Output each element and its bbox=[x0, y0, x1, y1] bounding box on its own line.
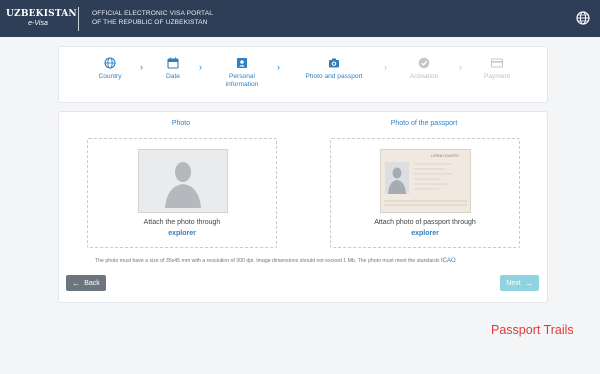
watermark-text: Passport Trails bbox=[491, 323, 574, 337]
step-label: Photo and passport bbox=[305, 73, 363, 80]
photo-dropzone[interactable]: Attach the photo through explorer bbox=[87, 138, 277, 248]
check-circle-icon bbox=[418, 57, 430, 69]
upload-card: Photo Photo of the passport Attach the p… bbox=[58, 111, 548, 303]
arrow-right-icon: → bbox=[524, 278, 533, 288]
step-photo-and-passport[interactable]: Photo and passport bbox=[297, 57, 371, 81]
note-text: The photo must have a size of 35x45 mm w… bbox=[95, 258, 440, 264]
next-button-label: Next bbox=[506, 279, 521, 287]
chevron-right-icon: › bbox=[459, 62, 462, 72]
chevron-right-icon: › bbox=[277, 62, 280, 72]
globe-icon[interactable] bbox=[576, 11, 590, 25]
step-personal-information[interactable]: Personal information bbox=[212, 57, 272, 88]
step-label: Date bbox=[166, 73, 180, 80]
step-label: Personal information bbox=[225, 73, 259, 88]
camera-icon bbox=[329, 58, 339, 68]
photo-column-title: Photo bbox=[171, 120, 191, 127]
passport-sample-icon: LOREM COUNTRY bbox=[381, 150, 470, 212]
passport-explorer-link[interactable]: explorer bbox=[331, 230, 519, 237]
back-button-label: Back bbox=[84, 279, 100, 287]
passport-column-title: Photo of the passport bbox=[390, 120, 458, 127]
portal-title-line2: OF THE REPUBLIC OF UZBEKISTAN bbox=[92, 18, 208, 26]
step-country[interactable]: Country bbox=[80, 57, 140, 81]
passport-sample-header: LOREM COUNTRY bbox=[431, 154, 460, 158]
globe-icon bbox=[104, 57, 116, 69]
chevron-right-icon: › bbox=[199, 62, 202, 72]
step-label: Country bbox=[98, 73, 122, 80]
card-icon bbox=[491, 58, 503, 68]
step-activation: Activation bbox=[394, 57, 454, 81]
arrow-left-icon: ← bbox=[72, 278, 81, 288]
step-label: Activation bbox=[409, 73, 439, 80]
back-button[interactable]: ← Back bbox=[66, 275, 106, 291]
portal-title: OFFICIAL ELECTRONIC VISA PORTAL OF THE R… bbox=[92, 10, 213, 28]
person-silhouette-icon bbox=[165, 162, 201, 208]
id-card-icon bbox=[237, 58, 247, 68]
next-button[interactable]: Next → bbox=[500, 275, 539, 291]
progress-steps-card: Country › Date › Personal information › … bbox=[58, 46, 548, 103]
step-payment: Payment bbox=[467, 57, 527, 81]
chevron-right-icon: › bbox=[384, 62, 387, 72]
top-header: UZBEKISTAN e-Visa OFFICIAL ELECTRONIC VI… bbox=[0, 0, 600, 37]
uzbekistan-logo[interactable]: UZBEKISTAN e-Visa bbox=[6, 9, 77, 28]
photo-attach-text: Attach the photo through bbox=[143, 219, 221, 226]
passport-attach-text: Attach photo of passport through bbox=[374, 219, 476, 226]
passport-dropzone[interactable]: LOREM COUNTRY Attach photo of passport t… bbox=[330, 138, 520, 248]
step-date[interactable]: Date bbox=[143, 57, 203, 81]
calendar-icon bbox=[167, 57, 179, 69]
logo-subtitle: e-Visa bbox=[28, 20, 48, 27]
logo-text: UZBEKISTAN bbox=[6, 9, 77, 19]
icao-link[interactable]: ICAO bbox=[441, 258, 456, 264]
header-divider bbox=[78, 6, 79, 31]
step-label: Payment bbox=[483, 73, 511, 80]
photo-placeholder bbox=[138, 149, 228, 213]
passport-placeholder: LOREM COUNTRY bbox=[380, 149, 471, 213]
photo-explorer-link[interactable]: explorer bbox=[88, 230, 276, 237]
portal-title-line1: OFFICIAL ELECTRONIC VISA PORTAL bbox=[92, 9, 213, 17]
photo-requirements-note: The photo must have a size of 35x45 mm w… bbox=[95, 258, 525, 264]
